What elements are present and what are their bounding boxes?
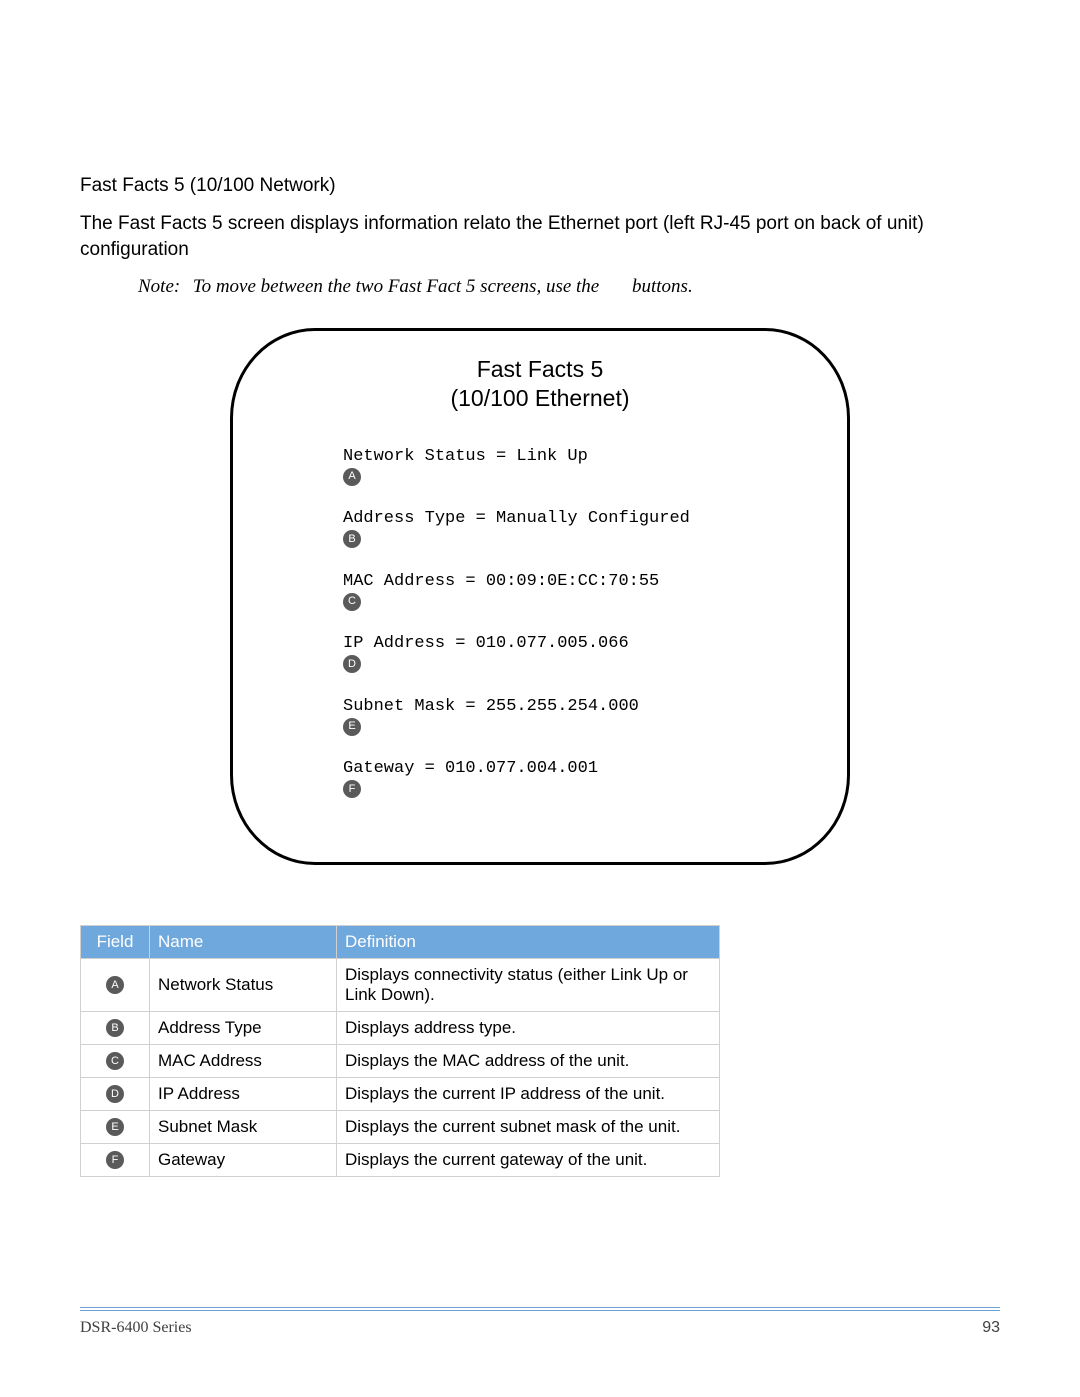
note-text: To move between the two Fast Fact 5 scre… — [193, 276, 600, 297]
page-number: 93 — [982, 1319, 1000, 1337]
table-header-row: Field Name Definition — [81, 925, 720, 958]
screen-panel: Fast Facts 5 (10/100 Ethernet) Network S… — [230, 328, 850, 864]
screen-row: Subnet Mask = 255.255.254.000 E — [343, 697, 787, 737]
section-heading: Fast Facts 5 (10/100 Network) — [80, 175, 1000, 197]
cell-definition: Displays the MAC address of the unit. — [337, 1044, 720, 1077]
screen-row-text: Network Status = Link Up — [343, 447, 787, 466]
note-tail: buttons. — [632, 276, 693, 298]
screen-row-text: Address Type = Manually Configured — [343, 509, 787, 528]
cell-definition: Displays address type. — [337, 1011, 720, 1044]
cell-definition: Displays the current gateway of the unit… — [337, 1143, 720, 1176]
intro-paragraph: The Fast Facts 5 screen displays informa… — [80, 211, 1000, 262]
page-footer: DSR-6400 Series 93 — [80, 1307, 1000, 1337]
screen-panel-wrap: Fast Facts 5 (10/100 Ethernet) Network S… — [230, 328, 850, 864]
badge-d-icon: D — [106, 1085, 124, 1103]
cell-name: IP Address — [150, 1077, 337, 1110]
cell-name: Network Status — [150, 958, 337, 1011]
badge-c-icon: C — [106, 1052, 124, 1070]
badge-c-icon: C — [343, 593, 361, 611]
table-row: E Subnet Mask Displays the current subne… — [81, 1110, 720, 1143]
cell-name: Gateway — [150, 1143, 337, 1176]
screen-row: Address Type = Manually Configured B — [343, 509, 787, 549]
badge-b-icon: B — [343, 530, 361, 548]
screen-body: Network Status = Link Up A Address Type … — [343, 447, 787, 800]
screen-title: Fast Facts 5 (10/100 Ethernet) — [293, 355, 787, 413]
cell-name: Address Type — [150, 1011, 337, 1044]
badge-b-icon: B — [106, 1019, 124, 1037]
table-row: A Network Status Displays connectivity s… — [81, 958, 720, 1011]
th-field: Field — [81, 925, 150, 958]
badge-f-icon: F — [106, 1151, 124, 1169]
screen-row-text: IP Address = 010.077.005.066 — [343, 634, 787, 653]
screen-row-text: MAC Address = 00:09:0E:CC:70:55 — [343, 572, 787, 591]
th-definition: Definition — [337, 925, 720, 958]
screen-row: IP Address = 010.077.005.066 D — [343, 634, 787, 674]
footer-rule-icon — [80, 1310, 1000, 1311]
badge-a-icon: A — [106, 976, 124, 994]
table-row: B Address Type Displays address type. — [81, 1011, 720, 1044]
screen-row: Network Status = Link Up A — [343, 447, 787, 487]
screen-title-line2: (10/100 Ethernet) — [450, 385, 629, 411]
footer-product: DSR-6400 Series — [80, 1319, 192, 1337]
cell-definition: Displays the current subnet mask of the … — [337, 1110, 720, 1143]
screen-row-text: Subnet Mask = 255.255.254.000 — [343, 697, 787, 716]
cell-name: Subnet Mask — [150, 1110, 337, 1143]
screen-row: Gateway = 010.077.004.001 F — [343, 759, 787, 799]
screen-row-text: Gateway = 010.077.004.001 — [343, 759, 787, 778]
screen-row: MAC Address = 00:09:0E:CC:70:55 C — [343, 572, 787, 612]
cell-name: MAC Address — [150, 1044, 337, 1077]
note: Note: To move between the two Fast Fact … — [138, 276, 1000, 298]
cell-definition: Displays connectivity status (either Lin… — [337, 958, 720, 1011]
screen-title-line1: Fast Facts 5 — [477, 356, 604, 382]
note-label: Note: — [138, 276, 188, 298]
badge-e-icon: E — [343, 718, 361, 736]
th-name: Name — [150, 925, 337, 958]
table-row: D IP Address Displays the current IP add… — [81, 1077, 720, 1110]
table-row: C MAC Address Displays the MAC address o… — [81, 1044, 720, 1077]
badge-e-icon: E — [106, 1118, 124, 1136]
footer-rule-icon — [80, 1307, 1000, 1308]
badge-d-icon: D — [343, 655, 361, 673]
cell-definition: Displays the current IP address of the u… — [337, 1077, 720, 1110]
definitions-table: Field Name Definition A Network Status D… — [80, 925, 720, 1177]
table-row: F Gateway Displays the current gateway o… — [81, 1143, 720, 1176]
badge-f-icon: F — [343, 780, 361, 798]
badge-a-icon: A — [343, 468, 361, 486]
page: Fast Facts 5 (10/100 Network) The Fast F… — [0, 0, 1080, 1397]
